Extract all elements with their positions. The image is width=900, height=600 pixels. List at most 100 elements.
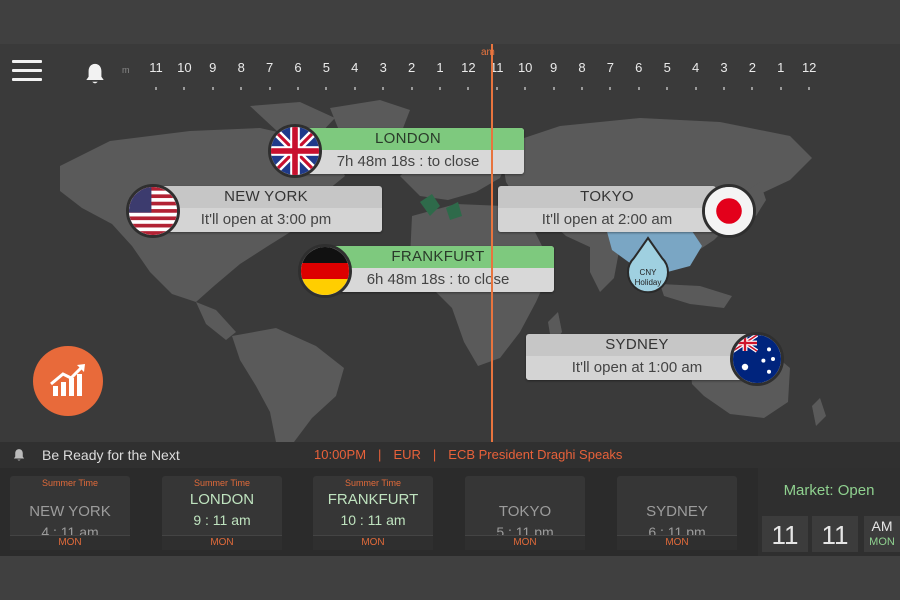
- ruler-hour-label: 8: [237, 60, 245, 75]
- ruler-tick: [155, 87, 157, 90]
- clock-london[interactable]: Summer Time LONDON 9 : 11 am MON: [162, 476, 282, 550]
- australia-flag-icon: [730, 332, 784, 386]
- ruler-hour-label: 3: [720, 60, 728, 75]
- ruler-tick: [382, 87, 385, 90]
- market-status: Market: Open: [783, 482, 875, 499]
- ruler-tick: [723, 87, 725, 90]
- dst-label: [465, 476, 585, 488]
- holiday-label: CNY Holiday: [624, 268, 672, 288]
- current-time-line: [491, 44, 493, 442]
- minutes-marker: m: [122, 65, 130, 75]
- ruler-hour-label: 7: [265, 60, 274, 75]
- ruler-tick: [524, 87, 527, 90]
- city-status: It'll open at 3:00 pm: [150, 208, 382, 232]
- ruler-tick: [268, 87, 271, 90]
- menu-icon-bar: [12, 78, 42, 81]
- clock-new-york[interactable]: Summer Time NEW YORK 4 : 11 am MON: [10, 476, 130, 550]
- ruler-tick: [410, 87, 413, 90]
- city-name: FRANKFURT: [322, 246, 554, 268]
- ruler-tick: [211, 87, 214, 90]
- ruler-tick: [609, 87, 612, 90]
- ticker-news[interactable]: 10:00PM | EUR | ECB President Draghi Speaks: [314, 447, 622, 462]
- dst-label: Summer Time: [41, 478, 98, 488]
- ruler-tick: [581, 87, 583, 90]
- holiday-line-1: CNY: [639, 268, 657, 277]
- ticker-label: Be Ready for the Next: [42, 447, 180, 463]
- ruler-hour-label: 10: [177, 60, 192, 75]
- ruler-tick: [353, 87, 356, 90]
- clock-city-name: LONDON: [189, 491, 255, 508]
- us-flag-icon: [126, 184, 180, 238]
- menu-icon-bar: [12, 69, 42, 72]
- ruler-hour-label: 9: [209, 60, 217, 75]
- ruler-hour-label: 11: [149, 60, 163, 75]
- city-name: LONDON: [292, 128, 524, 150]
- clock-tokyo[interactable]: TOKYO 5 : 11 pm MON: [465, 476, 585, 550]
- clock-day: MON: [617, 535, 737, 550]
- clock-city-name: FRANKFURT: [327, 491, 419, 508]
- card-panel: SYDNEY It'll open at 1:00 am: [526, 334, 748, 380]
- clock-city-name: SYDNEY: [646, 503, 708, 520]
- city-status: 7h 48m 18s : to close: [292, 150, 524, 174]
- clock-time: 9 : 11 am: [193, 512, 251, 528]
- news-ticker[interactable]: Be Ready for the Next 10:00PM | EUR | ECB Pr…: [0, 442, 900, 468]
- dst-label: Summer Time: [344, 478, 401, 488]
- ruler-tick: [751, 87, 754, 90]
- card-panel: FRANKFURT 6h 48m 18s : to close: [322, 246, 554, 292]
- city-status: 6h 48m 18s : to close: [322, 268, 554, 292]
- trend-chart-button[interactable]: [33, 346, 103, 416]
- card-panel: NEW YORK It'll open at 3:00 pm: [150, 186, 382, 232]
- ruler-tick: [183, 87, 186, 90]
- ruler-hour-label: 6: [294, 60, 302, 75]
- ruler-hour-label: 5: [663, 60, 671, 75]
- ruler-hour-label: 2: [407, 60, 416, 75]
- germany-flag-icon: [298, 244, 352, 298]
- ruler-tick: [808, 87, 811, 90]
- city-status: It'll open at 1:00 am: [526, 356, 748, 380]
- uk-flag-icon: [268, 124, 322, 178]
- clock-time: 10 : 11 am: [340, 512, 406, 528]
- bell-icon[interactable]: [84, 62, 106, 86]
- menu-button[interactable]: [12, 60, 42, 82]
- forex-clock-app: m 11 10 9 8 7 6 5 4 3 2 1 12 11 10 9 8 7 6 5 4 3 2 1 12 am: [0, 44, 900, 556]
- bottom-band: [0, 556, 900, 600]
- clock-city-name: NEW YORK: [29, 503, 111, 520]
- trend-chart-icon: [50, 364, 85, 396]
- dst-label: Summer Time: [193, 478, 250, 488]
- market-day: MON: [869, 536, 895, 548]
- market-ampm: AM: [871, 518, 893, 534]
- news-event: ECB President Draghi Speaks: [448, 447, 623, 462]
- ruler-tick: [552, 87, 555, 90]
- hour-ruler[interactable]: m 11 10 9 8 7 6 5 4 3 2 1 12 11 10 9 8 7 6 5 4 3 2 1 12: [118, 44, 838, 96]
- ruler-hour-label: 8: [578, 60, 586, 75]
- news-currency: EUR: [393, 447, 421, 462]
- clock-day: MON: [313, 535, 433, 550]
- market-status-panel: Market: Open 11 11 AM MON: [758, 468, 900, 556]
- ruler-hour-label: 4: [351, 60, 359, 75]
- bell-icon: [13, 449, 25, 461]
- ruler-hour-label: 5: [322, 60, 331, 75]
- market-hour: 11: [762, 516, 808, 552]
- ruler-hour-label: 1: [436, 60, 444, 75]
- ruler-tick: [637, 87, 640, 90]
- ruler-tick: [666, 87, 669, 90]
- ruler-hour-label: 2: [748, 60, 757, 75]
- city-clock-strip: Summer Time NEW YORK 4 : 11 am MON Summe…: [0, 468, 900, 556]
- market-ampm-box: AM MON: [864, 516, 900, 552]
- ruler-tick: [495, 87, 498, 90]
- clock-frankfurt[interactable]: Summer Time FRANKFURT 10 : 11 am MON: [313, 476, 433, 550]
- ruler-hour-label: 4: [691, 60, 700, 75]
- ruler-hour-label: 7: [606, 60, 615, 75]
- city-name: TOKYO: [580, 188, 634, 205]
- news-separator: |: [432, 447, 437, 462]
- ruler-hour-label: 12: [801, 60, 817, 75]
- clock-day: MON: [162, 535, 282, 550]
- city-name: NEW YORK: [224, 188, 308, 205]
- ruler-hour-label: 1: [777, 60, 785, 75]
- top-band: [0, 0, 900, 44]
- ruler-hour-label: 6: [635, 60, 643, 75]
- ruler-hour-label: 10: [517, 60, 533, 75]
- holiday-line-2: Holiday: [634, 278, 662, 287]
- clock-sydney[interactable]: SYDNEY 6 : 11 pm MON: [617, 476, 737, 550]
- ruler-tick: [297, 87, 299, 90]
